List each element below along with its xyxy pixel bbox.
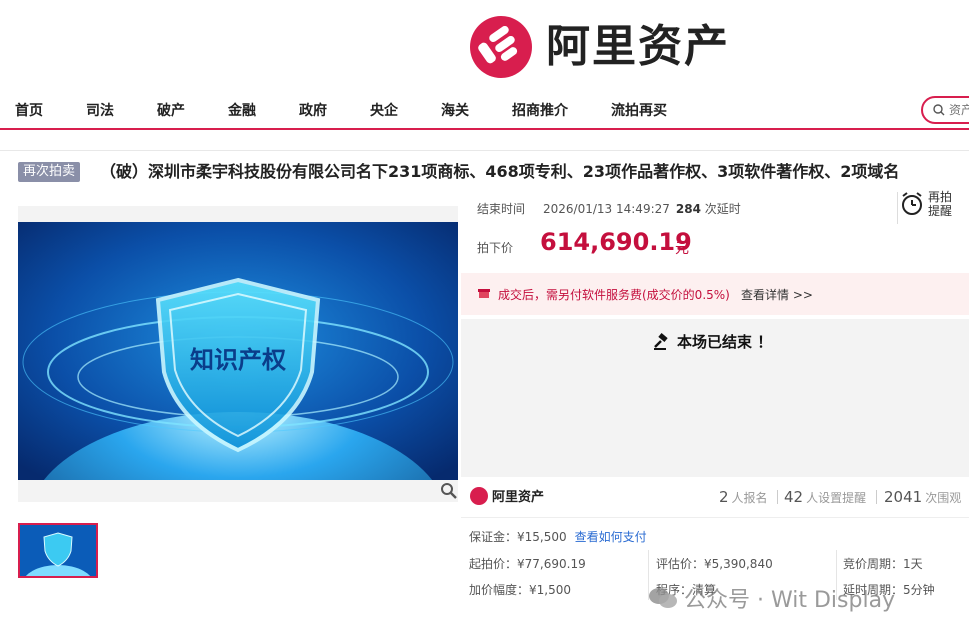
bidding-cycle: 竞价周期：1天 [843, 557, 923, 571]
reminders-count: 42 [784, 488, 804, 506]
brand-logo-icon [470, 16, 532, 78]
nav-item-investment[interactable]: 招商推介 [512, 100, 568, 120]
gavel-icon [654, 332, 668, 350]
zoom-icon[interactable] [440, 482, 458, 500]
reminders-label: 人设置提醒 [806, 491, 867, 505]
detail-separator [461, 517, 969, 518]
bid-increment: 加价幅度：¥1,500 [469, 583, 571, 597]
stat-separator [777, 490, 778, 504]
views-label: 次围观 [925, 491, 962, 505]
price-unit: 元 [675, 241, 689, 257]
page: 阿里资产 首页 司法 破产 金融 政府 央企 海关 招商推介 流拍再买 再次拍卖… [0, 0, 969, 635]
price-value: 614,690.19 [540, 228, 692, 256]
wechat-icon [649, 588, 677, 608]
brand-name: 阿里资产 [546, 21, 730, 72]
end-time-row: 结束时间 2026/01/13 14:49:27 284 次延时 [477, 200, 741, 217]
delay-label: 次延时 [704, 202, 741, 216]
signups-count: 2 [719, 488, 729, 506]
end-time-label: 结束时间 [477, 202, 526, 216]
small-brand-icon [470, 486, 488, 505]
deposit-value: 保证金：¥15,500 [469, 530, 567, 544]
auction-ended-status: 本场已结束 ！ [653, 331, 772, 352]
views-stat: 2041 次围观 [884, 488, 961, 506]
alarm-label-line-2: 提醒 [928, 204, 953, 218]
search-icon [933, 104, 945, 116]
auction-ended-text: 本场已结束 ！ [677, 333, 773, 351]
small-brand-logo: 阿里资产 [470, 486, 544, 505]
views-count: 2041 [884, 488, 923, 506]
nav-item-customs[interactable]: 海关 [441, 100, 469, 120]
fee-details-link[interactable]: 查看详情 >> [741, 286, 813, 303]
nav-item-judicial[interactable]: 司法 [86, 100, 114, 120]
watermark-text: 公众号 · Wit Display [684, 588, 896, 613]
search-box[interactable] [921, 96, 969, 124]
nav-item-finance[interactable]: 金融 [228, 100, 256, 120]
fee-notice-text: 成交后，需另付软件服务费(成交价的0.5%) [498, 288, 730, 302]
alarm-label-line-1: 再拍 [928, 190, 953, 204]
reauction-badge: 再次拍卖 [18, 162, 81, 182]
alarm-separator [897, 192, 898, 224]
appraisal-price: 评估价：¥5,390,840 [656, 557, 773, 571]
end-time-value: 2026/01/13 14:49:27 [543, 202, 670, 216]
divider [0, 150, 969, 151]
gift-icon [478, 289, 490, 298]
alarm-clock-icon [902, 192, 922, 215]
signups-stat: 2 人报名 [719, 488, 768, 506]
small-brand-name: 阿里资产 [492, 490, 545, 505]
signups-label: 人报名 [731, 491, 768, 505]
search-input[interactable] [949, 103, 969, 117]
main-nav: 首页 司法 破产 金融 政府 央企 海关 招商推介 流拍再买 [0, 92, 969, 130]
delay-count: 284 [675, 202, 701, 216]
price-label: 拍下价 [477, 241, 514, 255]
reauction-reminder-button[interactable]: 再拍 提醒 [900, 190, 952, 218]
start-price: 起拍价：¥77,690.19 [469, 557, 586, 571]
main-image[interactable]: 知识产权 [18, 222, 458, 480]
brand-logo[interactable]: 阿里资产 [470, 16, 730, 78]
nav-item-home[interactable]: 首页 [15, 100, 43, 120]
nav-item-government[interactable]: 政府 [299, 100, 327, 120]
payment-help-link[interactable]: 查看如何支付 [575, 530, 647, 544]
nav-item-reauction[interactable]: 流拍再买 [611, 100, 667, 120]
watermark: 公众号 · Wit Display [648, 582, 895, 614]
alarm-label: 再拍 提醒 [928, 190, 952, 218]
nav-item-central-enterprise[interactable]: 央企 [370, 100, 398, 120]
nav-item-bankruptcy[interactable]: 破产 [157, 100, 185, 120]
image-thumbnail[interactable] [18, 523, 98, 578]
reminders-stat: 42 人设置提醒 [784, 488, 866, 506]
image-caption: 知识产权 [190, 346, 286, 374]
auction-title: （破）深圳市柔宇科技股份有限公司名下231项商标、468项专利、23项作品著作权… [100, 162, 900, 181]
deposit-row: 保证金：¥15,500 查看如何支付 [469, 528, 647, 545]
stat-separator [876, 490, 877, 504]
